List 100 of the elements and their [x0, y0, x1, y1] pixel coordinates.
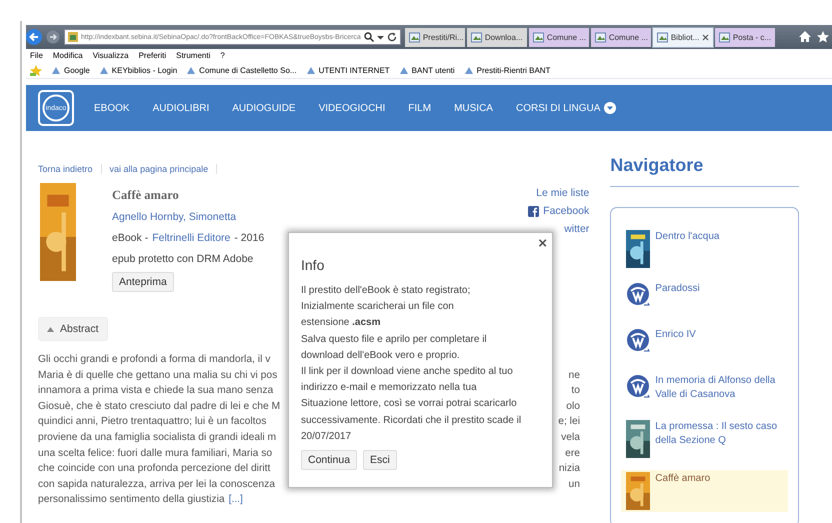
abstract-text: Maria è di quelle che gettano una malia su chi vi pos	[38, 368, 278, 383]
dialog-text: estensione .acsm	[301, 316, 382, 330]
format-text: epub protetto con DRM Adobe	[112, 252, 254, 267]
facebook-icon	[528, 206, 540, 216]
menu-item[interactable]: Visualizza	[92, 51, 129, 60]
dialog-text: Salva questo file e aprilo per completare il	[301, 332, 488, 347]
menu-item[interactable]: Modifica	[52, 51, 83, 60]
sidebar-title: Navigatore	[610, 155, 800, 187]
nav-link[interactable]: AUDIOGUIDE	[232, 102, 296, 114]
picture-icon	[408, 32, 420, 43]
nav-link[interactable]: MUSICA	[454, 102, 493, 114]
bookmark-link[interactable]: BANT utenti	[398, 66, 455, 74]
navigator-item[interactable]: Enrico IV	[621, 326, 788, 362]
abstract-text: quindici anni, Pietro trentaquattro; lui è un facoltos	[38, 415, 266, 430]
dialog-title: Info	[301, 257, 326, 273]
navigator-item[interactable]: La promessa : Il sesto caso della Sezione Q	[621, 418, 788, 460]
nav-link[interactable]: VIDEOGIOCHI	[318, 102, 386, 114]
navigator-item[interactable]: Caffè amaro	[621, 470, 788, 512]
menu-item[interactable]: ?	[220, 51, 225, 60]
nav-link[interactable]: AUDIOLIBRI	[152, 102, 210, 114]
abstract-text: Gli occhi grandi e profondi a forma di mandorla, il v	[38, 353, 270, 367]
abstract-text: un	[568, 478, 580, 492]
picture-icon	[594, 32, 606, 43]
bookmark-icon	[51, 66, 61, 74]
menu-item[interactable]: Strumenti	[176, 51, 210, 60]
dialog-text: indirizzo e-mail e memorizzato nella tua	[301, 381, 478, 396]
round-logo-icon	[626, 282, 650, 308]
picture-icon	[532, 32, 544, 43]
share-link[interactable]: Le mie liste	[536, 187, 590, 199]
dialog-button[interactable]: Continua	[301, 450, 358, 470]
refresh-icon[interactable]	[386, 32, 397, 42]
breadcrumb-link[interactable]: vai alla pagina principale	[110, 164, 218, 174]
bookmark-link[interactable]: KEYbiblios - Login	[98, 66, 178, 74]
round-logo-icon	[626, 374, 650, 400]
navigator-item[interactable]: Paradossi	[621, 280, 788, 316]
read-more-link[interactable]: [...]	[228, 492, 243, 508]
bookmark-link[interactable]: Google	[51, 66, 90, 74]
back-icon[interactable]	[26, 29, 42, 45]
nav-link[interactable]: FILM	[408, 102, 432, 114]
browser-tab[interactable]: Downloa...	[466, 28, 527, 47]
bookmark-icon	[306, 66, 316, 74]
abstract-text: una scelta felice: fuori dalle mura familiari, Maria so	[38, 446, 272, 461]
navigator-item[interactable]: In memoria di Alfonso della Valle di Casanova	[621, 372, 788, 408]
format-label: eBook -	[112, 232, 148, 244]
abstract-toggle[interactable]: Abstract	[38, 317, 108, 341]
picture-icon	[470, 32, 482, 43]
abstract-text: olo	[566, 400, 580, 414]
star-icon[interactable]	[816, 31, 829, 43]
browser-tab[interactable]: Comune ...	[528, 28, 589, 47]
menu-item[interactable]: Preferiti	[138, 51, 166, 60]
abstract-text: proviene da una famiglia socialista di grandi ideali m	[38, 430, 276, 445]
close-icon[interactable]	[702, 34, 710, 41]
book-title: Caffè amaro	[112, 187, 180, 204]
bookmark-link[interactable]: UTENTI INTERNET	[306, 66, 390, 74]
picture-icon	[656, 32, 668, 43]
browser-tab[interactable]: Prestiti/Ri...	[404, 28, 465, 47]
dialog-text: Il prestito dell'eBook è stato registrato;	[301, 284, 472, 298]
dialog-text: 20/07/2017	[301, 430, 352, 444]
navigator-item[interactable]: Dentro l'acqua	[621, 228, 788, 270]
round-logo-icon	[626, 328, 650, 354]
share-link[interactable]: Facebook	[528, 205, 590, 217]
dialog-text: Situazione lettore, così se vorrai potrai scaricarlo	[301, 397, 518, 412]
forward-icon[interactable]	[46, 30, 60, 44]
nav-link[interactable]: EBOOK	[94, 102, 130, 114]
menu-item[interactable]: File	[30, 51, 43, 60]
publisher-link[interactable]: Feltrinelli Editore	[152, 232, 230, 244]
abstract-text: Giosuè, che è stato cresciuto dal padre di lei e che M	[38, 400, 280, 414]
abstract-text: vela	[561, 430, 580, 445]
bookmark-icon	[98, 66, 109, 74]
author-link[interactable]: Agnello Hornby, Simonetta	[112, 206, 264, 228]
share-link[interactable]: witter	[564, 223, 590, 235]
dialog-text: successivamente. Ricordati che il prestito scade il	[301, 414, 522, 428]
dialog-text: Inizialmente scaricherai un file con	[301, 300, 455, 314]
breadcrumb-link[interactable]: Torna indietro	[38, 164, 102, 174]
site-icon	[68, 32, 78, 42]
abstract-text: con sapida naturalezza, arriva per lei la conoscenza	[38, 478, 275, 492]
home-icon[interactable]	[798, 31, 811, 42]
ring-icon	[41, 93, 71, 123]
abstract-text: ne	[568, 368, 580, 383]
browser-tab[interactable]: Bibliot...	[652, 28, 713, 47]
browser-tab[interactable]: Posta - c...	[714, 28, 775, 47]
bookmark-icon	[186, 66, 196, 74]
abstract-text: to	[571, 384, 580, 398]
dialog-text: Il link per il download viene anche spedito al tuo	[301, 365, 514, 380]
picture-icon	[718, 32, 730, 43]
bookmark-link[interactable]: Comune di Castelletto So...	[186, 66, 297, 74]
bookmark-link[interactable]: Prestiti-Rientri BANT	[464, 66, 550, 74]
dialog-button[interactable]: Esci	[363, 450, 397, 470]
bookmark-icon	[398, 66, 409, 74]
nav-link[interactable]: CORSI DI LINGUA	[516, 102, 616, 114]
browser-tab[interactable]: Comune ...	[590, 28, 651, 47]
preview-button[interactable]: Anteprima	[112, 272, 174, 292]
abstract-text: che coincide con una profonda percezione del diritt	[38, 462, 270, 476]
search-icon[interactable]	[364, 32, 374, 42]
bookmark-icon	[464, 66, 474, 74]
year-label: - 2016	[234, 232, 264, 244]
dialog-text: download dell'eBook vero e proprio.	[301, 348, 461, 363]
close-button[interactable]: ×	[538, 236, 547, 252]
dropdown-icon[interactable]	[604, 102, 616, 114]
abstract-text: nizia	[558, 462, 580, 476]
